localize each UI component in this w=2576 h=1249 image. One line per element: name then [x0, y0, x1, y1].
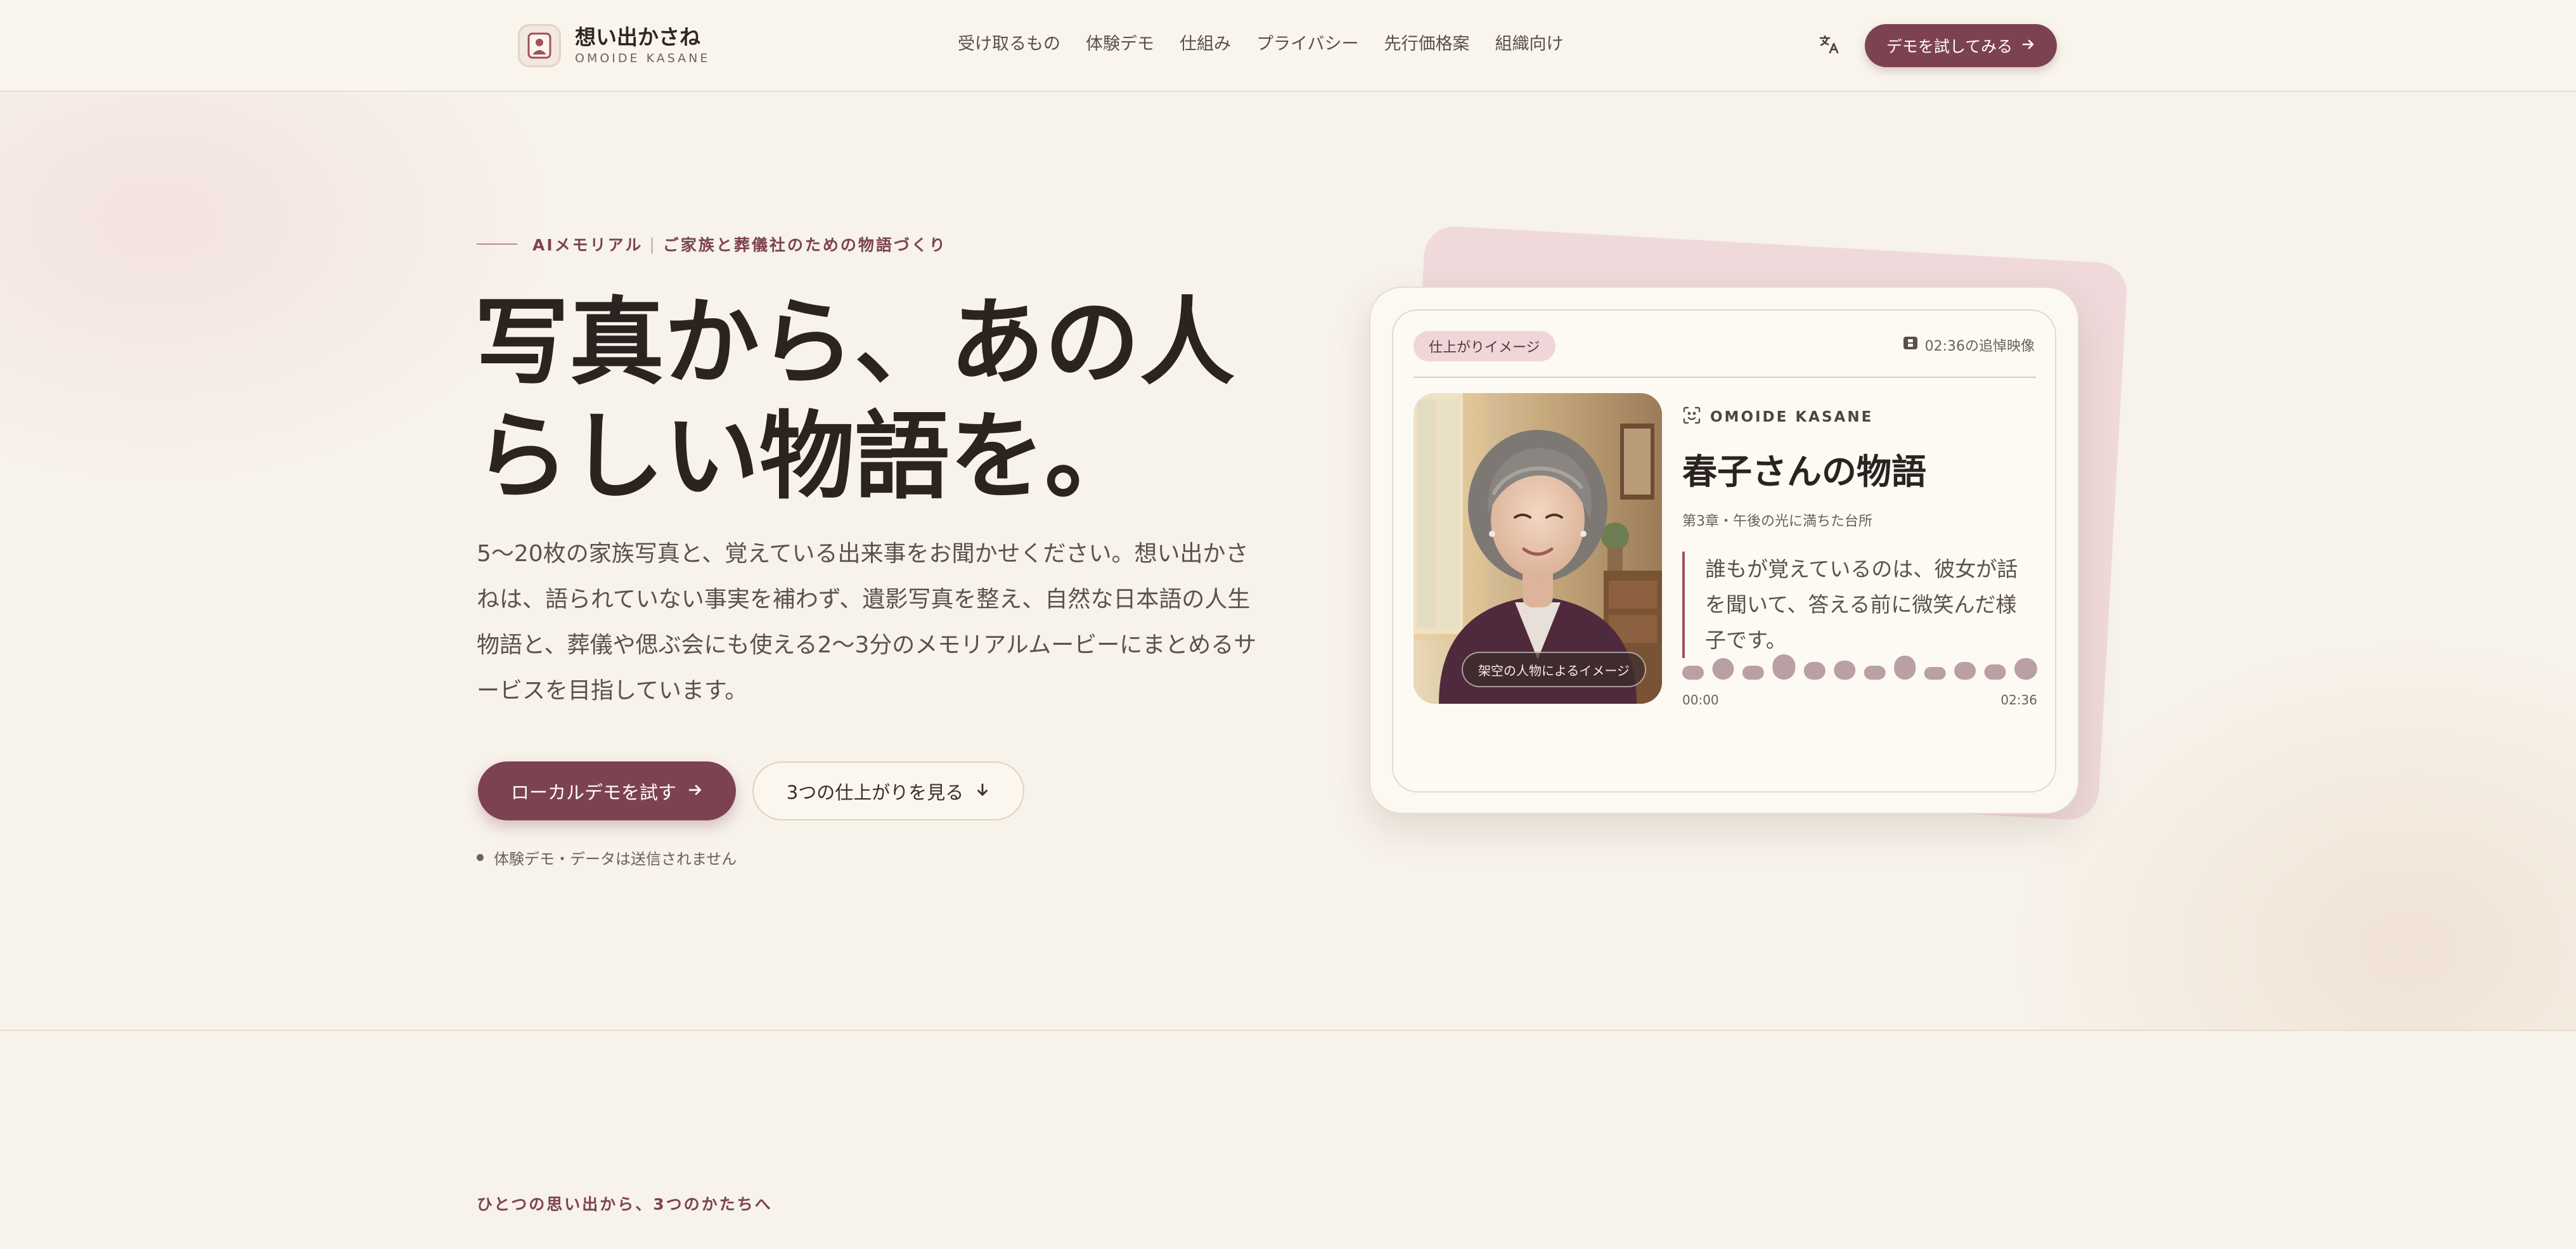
waveform-bar: [1864, 666, 1886, 680]
story-panel: OMOIDE KASANE 春子さんの物語 第3章・午後の光に満ちた台所 誰もが…: [1682, 406, 2037, 658]
eyebrow-separator: |: [649, 235, 657, 254]
video-duration-text: 02:36の追悼映像: [1924, 339, 2035, 354]
preview-card-inner: 仕上がりイメージ 02:36の追悼映像 架空の人物によるイメージ OMOIDE …: [1392, 309, 2056, 793]
eyebrow-rule: [477, 243, 517, 245]
story-brand-text: OMOIDE KASANE: [1710, 409, 1874, 425]
waveform-bar: [1834, 661, 1856, 680]
brand-name: 想い出かさね: [575, 25, 700, 49]
preview-card: 仕上がりイメージ 02:36の追悼映像 架空の人物によるイメージ OMOIDE …: [1369, 287, 2079, 814]
brand-text: 想い出かさね OMOIDE KASANE: [575, 25, 710, 67]
hero-lead: 5〜20枚の家族写真と、覚えている出来事をお聞かせください。想い出かさねは、語ら…: [477, 541, 1257, 704]
brand-logo[interactable]: 想い出かさね OMOIDE KASANE: [518, 23, 710, 68]
audio-waveform: [1682, 654, 2037, 680]
waveform-bar: [1772, 654, 1796, 680]
brand-subtitle: OMOIDE KASANE: [575, 51, 711, 65]
preview-badge: 仕上がりイメージ: [1414, 331, 1555, 361]
nav-link-how-it-works[interactable]: 仕組み: [1180, 32, 1231, 57]
waveform-bar: [1682, 666, 1704, 680]
film-icon: [1902, 335, 1919, 355]
bullet-dot-icon: [477, 854, 484, 861]
section-eyebrow: ひとつの思い出から、3つのかたちへ: [477, 1195, 773, 1213]
nav-link-deliverables[interactable]: 受け取るもの: [958, 32, 1060, 57]
hero-eyebrow: AIメモリアル | ご家族と葬儀社のための物語づくり: [477, 233, 947, 256]
hero-section: [0, 93, 2576, 1030]
local-demo-label: ローカルデモを試す: [510, 781, 676, 803]
story-title: 春子さんの物語: [1682, 451, 1927, 492]
waveform-bar: [1803, 662, 1826, 680]
nav-link-privacy[interactable]: プライバシー: [1256, 32, 1358, 57]
waveform-bar: [1924, 667, 1946, 680]
main-nav: 受け取るもの 体験デモ 仕組み プライバシー 先行価格案 組織向け: [958, 32, 1563, 57]
arrow-right-icon: [688, 780, 703, 802]
section-divider: [0, 1030, 2576, 1031]
waveform-bar: [1712, 658, 1734, 680]
nav-link-pricing[interactable]: 先行価格案: [1384, 32, 1469, 57]
story-brand: OMOIDE KASANE: [1682, 406, 2037, 429]
view-results-button[interactable]: 3つの仕上がりを見る: [752, 761, 1024, 820]
headline-line-1: 写真から、あの人: [474, 287, 1235, 398]
photo-caption: 架空の人物によるイメージ: [1462, 652, 1646, 687]
privacy-note-text: 体験デモ・データは送信されません: [494, 850, 737, 868]
language-icon[interactable]: [1817, 32, 1842, 57]
waveform-bar: [1954, 662, 1976, 680]
nav-link-demo[interactable]: 体験デモ: [1086, 32, 1154, 57]
arrow-right-icon: [2021, 37, 2035, 55]
story-quote: 誰もが覚えているのは、彼女が話を聞いて、答える前に微笑んだ様子です。: [1682, 552, 2037, 658]
site-header: 想い出かさね OMOIDE KASANE 受け取るもの 体験デモ 仕組み プライ…: [0, 0, 2576, 92]
local-demo-button[interactable]: ローカルデモを試す: [478, 761, 736, 820]
view-results-label: 3つの仕上がりを見る: [786, 781, 964, 803]
headline-line-2: らしい物語を。: [474, 401, 1140, 512]
eyebrow-sub: ご家族と葬儀社のための物語づくり: [662, 236, 947, 254]
waveform-bar: [1984, 664, 2006, 680]
story-chapter: 第3章・午後の光に満ちた台所: [1682, 514, 1872, 529]
time-end: 02:36: [2000, 692, 2037, 708]
face-scan-icon: [1682, 406, 1701, 429]
hero-headline: 写真から、あの人 らしい物語を。: [474, 285, 1266, 514]
portrait-frame-icon: [518, 24, 561, 67]
card-divider: [1414, 377, 2036, 378]
nav-link-organizations[interactable]: 組織向け: [1495, 32, 1563, 57]
time-start: 00:00: [1682, 692, 1719, 708]
waveform-bar: [2014, 658, 2037, 680]
eyebrow-main: AIメモリアル: [532, 236, 643, 254]
waveform-bar: [1742, 666, 1764, 680]
try-demo-label: デモを試してみる: [1886, 37, 2013, 56]
arrow-down-icon: [975, 780, 990, 802]
waveform-bar: [1894, 656, 1916, 680]
privacy-note: 体験デモ・データは送信されません: [477, 846, 737, 869]
waveform-times: 00:00 02:36: [1682, 692, 2037, 708]
memorial-photo: 架空の人物によるイメージ: [1414, 393, 1662, 704]
video-duration: 02:36の追悼映像: [1902, 335, 2035, 355]
try-demo-button[interactable]: デモを試してみる: [1865, 24, 2057, 67]
